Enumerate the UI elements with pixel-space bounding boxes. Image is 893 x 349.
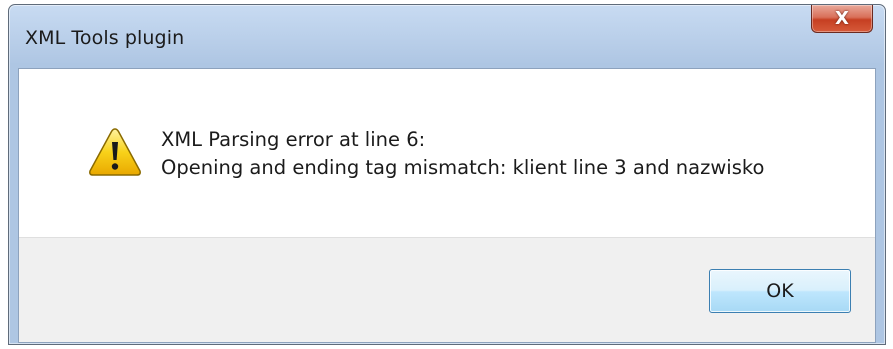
error-message: XML Parsing error at line 6: Opening and… <box>161 126 764 182</box>
message-area: XML Parsing error at line 6: Opening and… <box>19 69 875 238</box>
button-bar: OK <box>19 237 875 342</box>
ok-button[interactable]: OK <box>709 269 851 313</box>
dialog-client-area: XML Parsing error at line 6: Opening and… <box>18 68 876 343</box>
dialog-window: XML Tools plugin X XML Parsing error at … <box>8 4 886 345</box>
title-bar[interactable]: XML Tools plugin X <box>9 5 885 65</box>
window-title: XML Tools plugin <box>25 27 185 49</box>
close-icon: X <box>835 7 849 29</box>
warning-icon <box>89 128 141 176</box>
close-button[interactable]: X <box>811 5 873 33</box>
error-message-line-2: Opening and ending tag mismatch: klient … <box>161 156 765 179</box>
error-message-line-1: XML Parsing error at line 6: <box>161 128 426 151</box>
